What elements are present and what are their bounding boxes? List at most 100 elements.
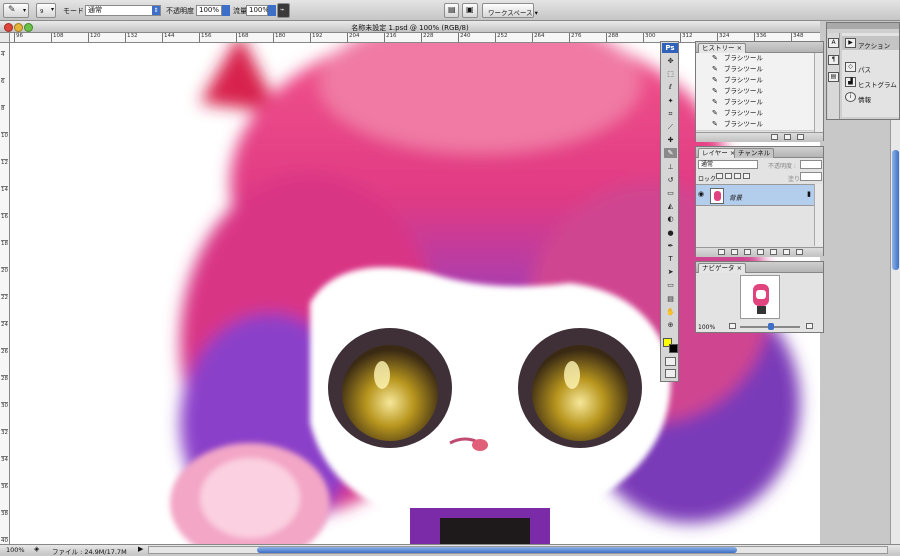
dock-item-info[interactable]: i 情報 [842, 90, 899, 104]
blur-icon[interactable]: ◐ [664, 214, 677, 224]
stamp-icon[interactable]: ⊥ [664, 162, 677, 172]
dock-item-histogram[interactable]: ▟ ヒストグラム [842, 75, 899, 89]
blend-mode-value: 通常 [701, 161, 714, 168]
mode-select[interactable]: 通常 ⇕ [85, 5, 161, 16]
chevron-down-icon: ⇕ [152, 6, 160, 15]
navigator-zoom[interactable]: 100% [698, 324, 715, 331]
palette-well-button[interactable]: ▤ [444, 3, 459, 18]
zoom-out-icon[interactable] [729, 323, 736, 329]
brush-icon: ✎ [712, 65, 718, 73]
brush-icon: ✎ [712, 76, 718, 84]
navigator-zoom-slider[interactable] [740, 323, 800, 330]
layer-comps-icon[interactable]: ▤ [828, 72, 839, 82]
layer-name: 背景 [729, 194, 742, 202]
zoom-icon[interactable]: ⊕ [664, 320, 677, 330]
vertical-ruler[interactable]: 4 6 8 10 12 14 16 18 20 22 24 26 28 30 32 34 36 38 40 [0, 33, 10, 544]
lock-pixels-icon[interactable] [725, 173, 732, 179]
healing-icon[interactable]: ✚ [664, 135, 677, 145]
scrollbar-thumb[interactable] [892, 150, 899, 270]
zoom-level[interactable]: 100% [6, 546, 25, 554]
tab-navigator[interactable]: ナビゲータ × [698, 263, 747, 273]
eye-icon[interactable]: ◉ [698, 190, 704, 198]
navigator-preview[interactable] [740, 275, 780, 319]
fill-input[interactable] [800, 172, 822, 181]
notes-icon[interactable]: ▤ [664, 294, 677, 304]
fx-icon[interactable] [731, 249, 738, 255]
flow-input[interactable]: 100% [246, 5, 269, 16]
new-layer-icon[interactable] [783, 249, 790, 255]
quick-mask-button[interactable] [665, 357, 676, 366]
workspace-button[interactable]: ワークスペース ▾ [482, 3, 538, 18]
new-document-icon[interactable] [771, 134, 778, 140]
history-scrollbar[interactable] [814, 53, 823, 132]
tool-preset-picker[interactable]: ✎ ▾ [3, 3, 29, 18]
paragraph-icon[interactable]: ¶ [828, 55, 839, 65]
path-select-icon[interactable]: ➤ [664, 267, 677, 277]
eraser-icon[interactable]: ▭ [664, 188, 677, 198]
dodge-icon[interactable]: ● [664, 228, 677, 238]
scrollbar-thumb[interactable] [257, 547, 737, 553]
history-item[interactable]: ✎ ブラシツール [696, 119, 817, 131]
background-color-swatch[interactable] [669, 344, 678, 353]
lasso-icon[interactable]: ℓ [664, 82, 677, 92]
dock-item-actions[interactable]: ▶ アクション [842, 36, 899, 50]
character-icon[interactable]: A [828, 38, 839, 48]
history-item-label: ブラシツール [724, 98, 763, 106]
zoom-slider-handle[interactable] [768, 323, 774, 330]
tab-history[interactable]: ヒストリー × [698, 43, 747, 53]
magic-wand-icon[interactable]: ✦ [664, 96, 677, 106]
move-icon[interactable]: ✥ [664, 56, 677, 66]
trash-icon[interactable] [796, 249, 803, 255]
chevron-right-icon[interactable]: ▶ [138, 545, 143, 553]
pen-icon[interactable]: ✒ [664, 241, 677, 251]
dock-item-label: パス [858, 66, 871, 74]
hand-icon[interactable]: ✋ [664, 307, 677, 317]
link-icon[interactable] [718, 249, 725, 255]
layer-row-background[interactable]: ◉ 背景 ▮ [696, 184, 817, 206]
document-icon: ▤ [448, 5, 456, 14]
brush-picker[interactable]: 9 ▾ [36, 3, 56, 18]
opacity-value: 100% [199, 6, 220, 14]
ruler-origin[interactable] [0, 33, 10, 43]
tab-history-label: ヒストリー [702, 44, 735, 52]
ruler-tick: 4 [1, 51, 5, 58]
tab-navigator-label: ナビゲータ [702, 264, 735, 272]
flow-slider-button[interactable] [268, 5, 276, 16]
lock-icon: ▮ [807, 190, 811, 198]
blend-mode-select[interactable]: 通常 [698, 160, 758, 169]
vertical-scrollbar[interactable] [890, 120, 900, 544]
folder-icon[interactable] [770, 249, 777, 255]
bucket-icon[interactable]: ◭ [664, 201, 677, 211]
crop-icon[interactable]: ⌗ [664, 109, 677, 119]
photoshop-logo[interactable]: Ps [662, 43, 678, 53]
mask-icon[interactable] [744, 249, 751, 255]
zoom-in-icon[interactable] [806, 323, 813, 329]
layer-opacity-input[interactable] [800, 160, 822, 169]
bridge-button[interactable]: ▣ [462, 3, 478, 18]
ruler-tick: 32 [1, 429, 8, 436]
lock-position-icon[interactable] [734, 173, 741, 179]
lock-all-icon[interactable] [743, 173, 750, 179]
airbrush-toggle[interactable]: ⌁ [277, 3, 290, 18]
trash-icon[interactable] [797, 134, 804, 140]
layers-scrollbar[interactable] [814, 184, 823, 246]
type-icon[interactable]: T [664, 254, 677, 264]
history-panel-footer [696, 132, 823, 142]
shape-icon[interactable]: ▭ [664, 280, 677, 290]
dock-item-paths[interactable]: ◇ パス [842, 60, 899, 74]
screen-mode-button[interactable] [665, 369, 676, 378]
history-brush-icon[interactable]: ↺ [664, 175, 677, 185]
brush-icon: ✎ [712, 98, 718, 106]
new-snapshot-icon[interactable] [784, 134, 791, 140]
marquee-icon[interactable]: ⬚ [664, 69, 677, 79]
horizontal-scrollbar[interactable] [148, 546, 888, 554]
opacity-slider-button[interactable] [222, 5, 230, 16]
eyedropper-icon[interactable]: ⟋ [664, 122, 677, 132]
opacity-input[interactable]: 100% [196, 5, 222, 16]
lock-transparency-icon[interactable] [716, 173, 723, 179]
adjustment-icon[interactable] [757, 249, 764, 255]
tab-channels[interactable]: チャンネル [734, 148, 775, 158]
status-icon[interactable]: ◈ [34, 545, 39, 553]
brush-icon[interactable]: ✎ [664, 148, 677, 159]
dock-header[interactable] [827, 23, 899, 29]
